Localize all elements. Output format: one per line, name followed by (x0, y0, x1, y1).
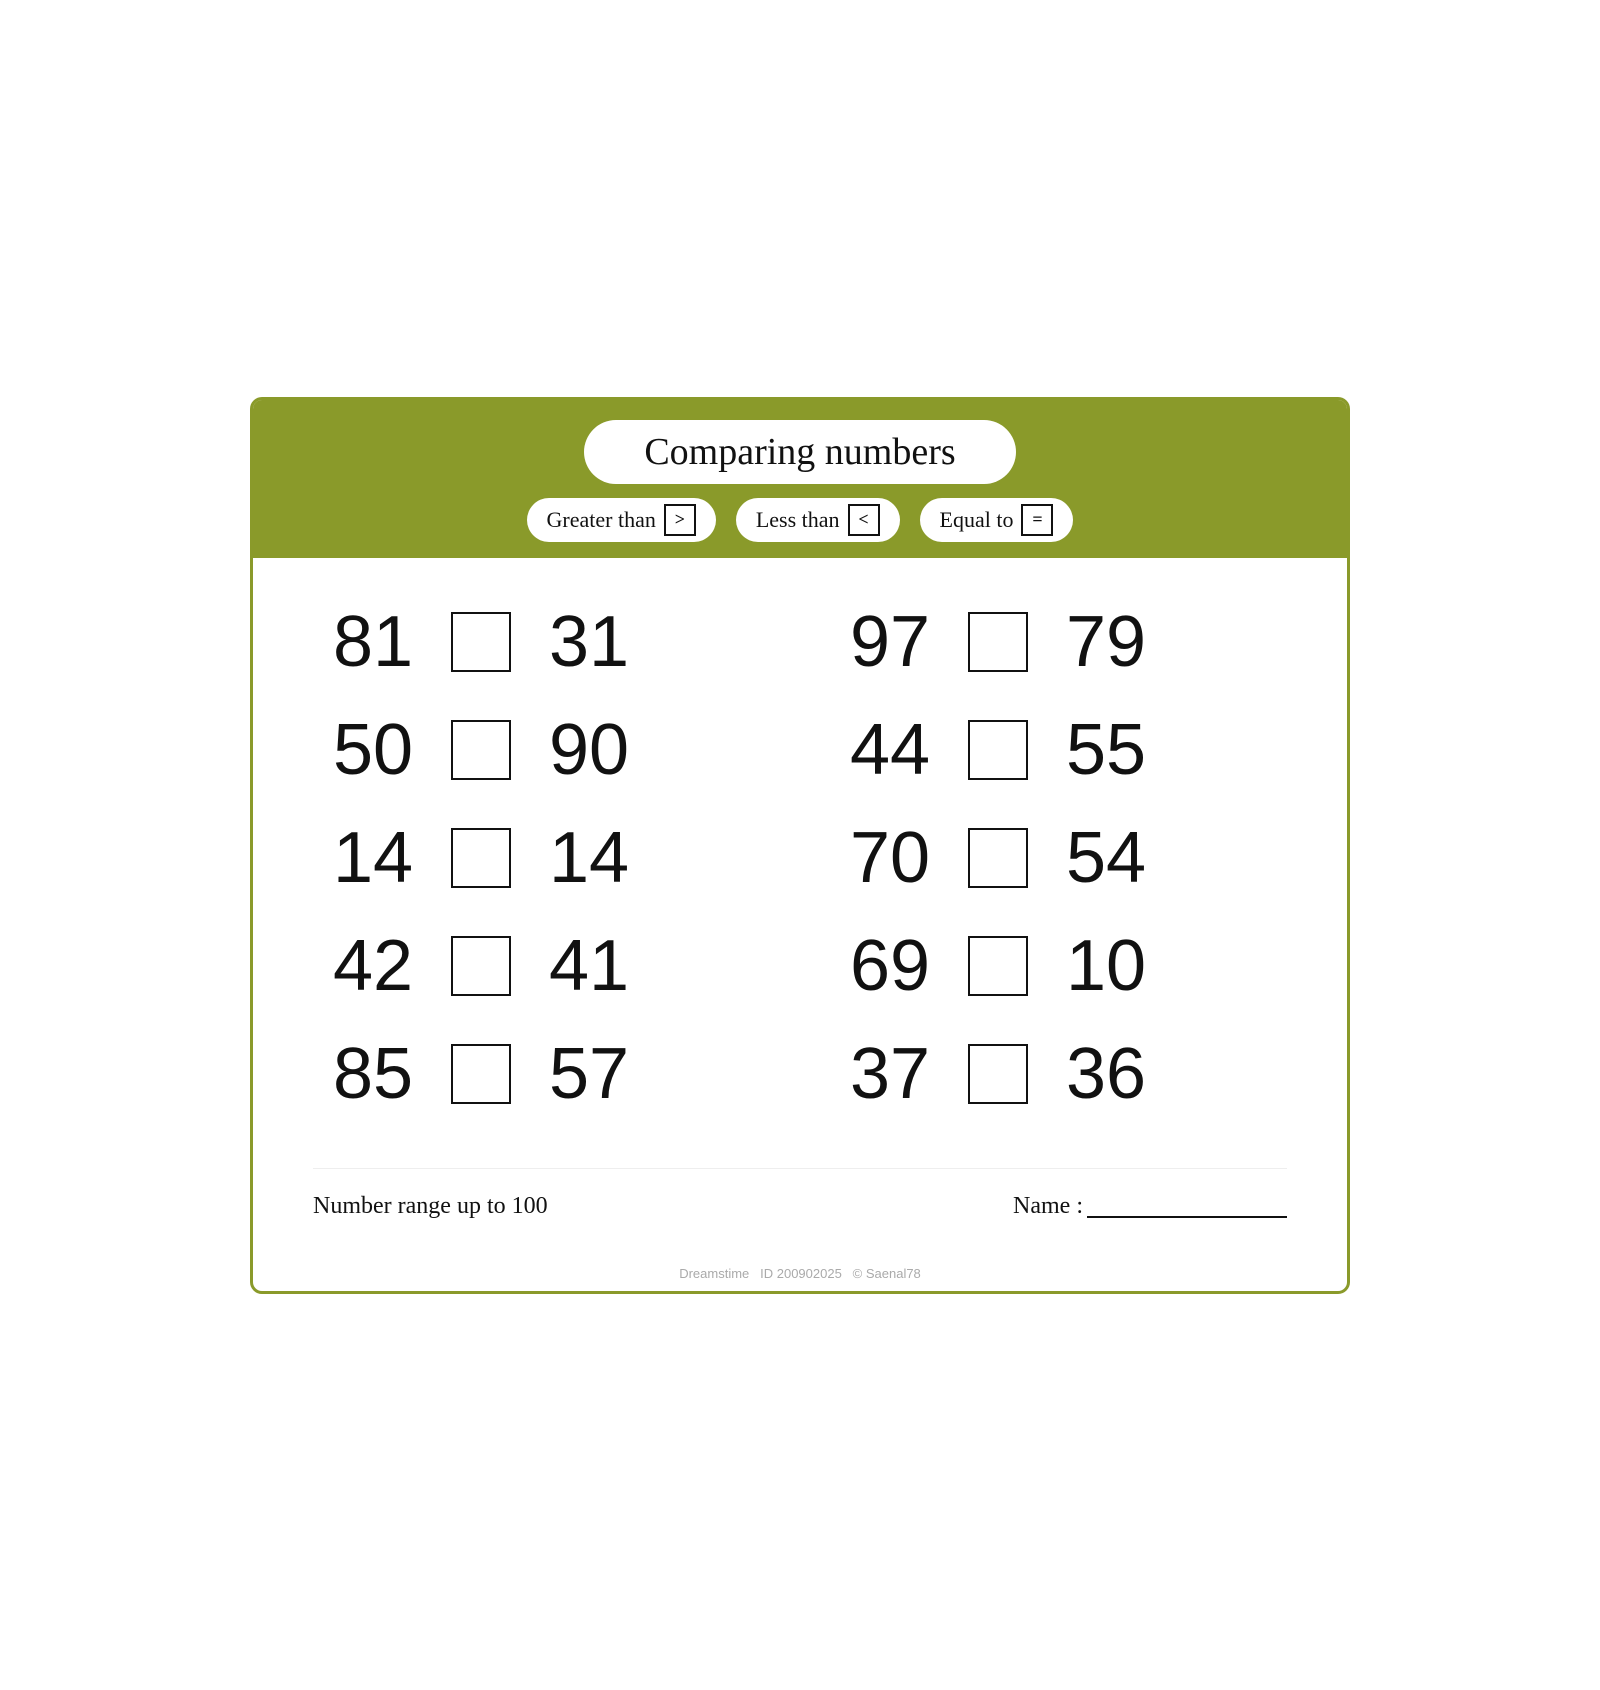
number-right: 31 (529, 606, 649, 678)
number-right: 36 (1046, 1038, 1166, 1110)
number-range-text: Number range up to 100 (313, 1193, 548, 1220)
problem-row: 81 31 (313, 588, 770, 696)
name-field: Name : (1013, 1189, 1287, 1220)
answer-box[interactable] (968, 1044, 1028, 1104)
number-left: 97 (830, 606, 950, 678)
title-box: Comparing numbers (584, 420, 1015, 484)
number-left: 14 (313, 822, 433, 894)
problem-row: 50 90 (313, 696, 770, 804)
number-left: 69 (830, 930, 950, 1002)
greater-than-symbol: > (664, 504, 696, 536)
worksheet-title: Comparing numbers (644, 431, 955, 473)
number-right: 54 (1046, 822, 1166, 894)
name-input-line[interactable] (1087, 1189, 1287, 1218)
problem-row: 69 10 (830, 912, 1287, 1020)
watermark-author: © Saenal78 (853, 1266, 921, 1281)
answer-box[interactable] (968, 936, 1028, 996)
number-right: 90 (529, 714, 649, 786)
number-right: 10 (1046, 930, 1166, 1002)
problem-row: 37 36 (830, 1020, 1287, 1128)
number-right: 57 (529, 1038, 649, 1110)
problem-row: 70 54 (830, 804, 1287, 912)
number-left: 42 (313, 930, 433, 1002)
answer-box[interactable] (451, 936, 511, 996)
legend-equal-to: Equal to = (920, 498, 1074, 542)
answer-box[interactable] (451, 828, 511, 888)
problem-row: 85 57 (313, 1020, 770, 1128)
number-left: 85 (313, 1038, 433, 1110)
problem-row: 97 79 (830, 588, 1287, 696)
problem-row: 44 55 (830, 696, 1287, 804)
legend-row: Greater than > Less than < Equal to = (527, 498, 1074, 542)
number-left: 70 (830, 822, 950, 894)
number-left: 81 (313, 606, 433, 678)
legend-less-than: Less than < (736, 498, 900, 542)
footer: Number range up to 100 Name : (313, 1168, 1287, 1220)
answer-box[interactable] (968, 720, 1028, 780)
name-label: Name : (1013, 1193, 1083, 1220)
watermark-id: ID 200902025 (760, 1266, 842, 1281)
problem-row: 14 14 (313, 804, 770, 912)
number-right: 41 (529, 930, 649, 1002)
number-left: 44 (830, 714, 950, 786)
content: 81 31 50 90 14 14 42 41 (253, 558, 1347, 1260)
problem-row: 42 41 (313, 912, 770, 1020)
less-than-symbol: < (848, 504, 880, 536)
answer-box[interactable] (451, 720, 511, 780)
legend-less-than-label: Less than (756, 507, 840, 533)
left-column: 81 31 50 90 14 14 42 41 (313, 588, 770, 1128)
number-right: 14 (529, 822, 649, 894)
number-right: 55 (1046, 714, 1166, 786)
watermark-site: Dreamstime (679, 1266, 749, 1281)
number-right: 79 (1046, 606, 1166, 678)
answer-box[interactable] (451, 1044, 511, 1104)
header: Comparing numbers Greater than > Less th… (253, 400, 1347, 558)
right-column: 97 79 44 55 70 54 69 10 (830, 588, 1287, 1128)
equal-to-symbol: = (1021, 504, 1053, 536)
number-left: 37 (830, 1038, 950, 1110)
number-left: 50 (313, 714, 433, 786)
legend-greater-than: Greater than > (527, 498, 716, 542)
worksheet: Comparing numbers Greater than > Less th… (250, 397, 1350, 1294)
answer-box[interactable] (451, 612, 511, 672)
answer-box[interactable] (968, 828, 1028, 888)
legend-equal-to-label: Equal to (940, 507, 1014, 533)
watermark: Dreamstime ID 200902025 © Saenal78 (253, 1260, 1347, 1291)
legend-greater-than-label: Greater than (547, 507, 656, 533)
problems-grid: 81 31 50 90 14 14 42 41 (313, 588, 1287, 1128)
answer-box[interactable] (968, 612, 1028, 672)
